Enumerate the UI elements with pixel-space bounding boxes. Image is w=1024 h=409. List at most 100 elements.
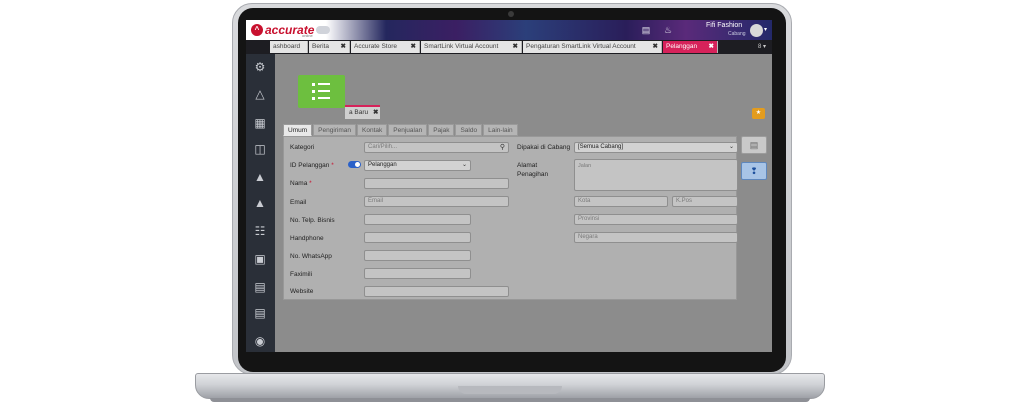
kota-placeholder: Kota [578,198,591,204]
handphone-input[interactable] [364,232,471,243]
kategori-placeholder: Cari/Pilih... [368,144,398,150]
brand-subtitle: online [302,33,313,38]
email-input[interactable]: Email [364,196,509,207]
tab-label: Pengaturan SmartLink Virtual Account [526,43,636,50]
email-label: Email [290,199,307,206]
close-icon[interactable]: ✖ [513,41,518,53]
provinsi-input[interactable]: Provinsi [574,214,738,225]
cabang-select[interactable]: [Semua Cabang] ⌄ [574,142,738,153]
laptop-notch [458,386,562,394]
tab-berita[interactable]: Berita ✖ [309,41,350,53]
tab-pengiriman[interactable]: Pengiriman [313,124,357,136]
alamat-jalan-textarea[interactable]: Jalan [574,159,738,191]
document-icon[interactable]: ▤ [641,25,651,35]
save-icon: ▤ [749,140,759,150]
chevron-down-icon: ⌄ [728,144,734,150]
tabs-overflow-button[interactable]: 8 ▾ [758,41,766,53]
telp-bisnis-label: No. Telp. Bisnis [290,217,335,224]
tab-pelanggan[interactable]: Pelanggan ✖ [663,41,718,53]
ledger-icon[interactable]: ◫ [253,142,267,156]
purchase-icon[interactable]: ▲ [253,196,267,210]
list-icon [312,83,332,100]
app-logo[interactable]: ^ accurate [251,23,331,37]
form-tabs: Umum Pengiriman Kontak Penjualan Pajak S… [283,124,519,136]
tab-penjualan[interactable]: Penjualan [388,124,428,136]
attachment-button[interactable]: ❢ [741,162,767,180]
tab-kontak[interactable]: Kontak [357,124,388,136]
close-icon[interactable]: ✖ [373,109,378,116]
form-panel: Kategori Cari/Pilih... ⚲ ID Pelanggan * … [283,136,738,300]
nama-label-text: Nama [290,180,308,187]
avatar[interactable] [750,24,763,37]
whatsapp-label: No. WhatsApp [290,253,332,260]
laptop-feet [210,398,810,402]
negara-input[interactable]: Negara [574,232,738,243]
sidebar: ⚙ △ ▦ ◫ ▲ ▲ ☷ ▣ ▤ ▤ ◉ [246,54,275,352]
screen: ^ accurate online ▤ ♨ Fifi Fashion Caban… [246,20,772,352]
chart-icon[interactable]: ◉ [253,334,267,348]
id-pelanggan-select[interactable]: Pelanggan ⌄ [364,160,471,171]
close-icon[interactable]: ✖ [411,41,416,53]
list-view-button[interactable] [298,75,345,108]
camera-icon [508,11,514,17]
save-button[interactable]: ▤ [741,136,767,154]
close-icon[interactable]: ✖ [341,41,346,53]
id-pelanggan-label: ID Pelanggan * [290,162,334,169]
cart-icon[interactable]: ☷ [253,224,267,238]
report-icon[interactable]: ▤ [253,306,267,320]
id-select-value: Pelanggan [368,162,397,168]
tab-pelanggan-baru[interactable]: a Baru ✖ [345,105,380,119]
tab-label: Berita [312,43,329,50]
paperclip-icon: ❢ [750,166,758,176]
chevron-down-icon: ⌄ [461,162,467,168]
dipakai-cabang-label: Dipakai di Cabang [517,144,571,151]
alamat-label: Alamat [517,162,538,169]
website-label: Website [290,288,314,295]
tab-label: Pelanggan [666,43,698,50]
workspace: a Baru ✖ ★ Umum Pengiriman Kontak Penjua… [275,54,772,352]
bank-icon[interactable]: ▲ [253,170,267,184]
website-input[interactable] [364,286,509,297]
tab-saldo[interactable]: Saldo [455,124,483,136]
cloud-icon [316,26,331,34]
negara-placeholder: Negara [578,234,598,240]
chevron-down-icon[interactable]: ▾ [764,26,767,33]
telp-bisnis-input[interactable] [364,214,471,225]
info-button[interactable]: ★ [752,108,765,119]
tab-pajak[interactable]: Pajak [428,124,455,136]
tab-lain-lain[interactable]: Lain-lain [483,124,518,136]
warehouse-icon[interactable]: ▤ [253,280,267,294]
auto-number-toggle[interactable] [348,161,361,168]
close-icon[interactable]: ✖ [653,41,658,53]
nama-input[interactable] [364,178,509,189]
kategori-label: Kategori [290,144,315,151]
tab-dashboard[interactable]: ashboard [270,41,308,53]
building-icon[interactable]: ▦ [253,116,267,130]
kota-input[interactable]: Kota [574,196,668,207]
bell-icon[interactable]: ♨ [663,25,673,35]
faximili-input[interactable] [364,268,471,279]
document-tabs: ashboard Berita ✖ Accurate Store ✖ Smart… [246,40,772,54]
handphone-label: Handphone [290,235,324,242]
tab-umum[interactable]: Umum [283,124,313,136]
tabs-count: 8 [758,44,762,50]
cabang-select-value: [Semua Cabang] [578,144,624,150]
gear-icon[interactable]: ⚙ [253,60,267,74]
inbox-icon[interactable]: △ [253,87,267,101]
tab-accurate-store[interactable]: Accurate Store ✖ [351,41,420,53]
provinsi-placeholder: Provinsi [578,216,600,222]
tab-label: Accurate Store [354,43,397,50]
id-label-text: ID Pelanggan [290,162,330,169]
logo-mark-icon: ^ [251,24,263,36]
tab-label: ashboard [273,43,301,50]
kategori-input[interactable]: Cari/Pilih... ⚲ [364,142,509,153]
close-icon[interactable]: ✖ [709,41,714,53]
tab-smartlink-virtual-account[interactable]: SmartLink Virtual Account ✖ [421,41,522,53]
kode-pos-input[interactable]: K.Pos [672,196,738,207]
tab-pengaturan-smartlink[interactable]: Pengaturan SmartLink Virtual Account ✖ [523,41,662,53]
whatsapp-input[interactable] [364,250,471,261]
box-icon[interactable]: ▣ [253,252,267,266]
search-icon[interactable]: ⚲ [500,143,505,152]
required-mark: * [309,180,312,187]
jalan-placeholder: Jalan [578,163,592,169]
